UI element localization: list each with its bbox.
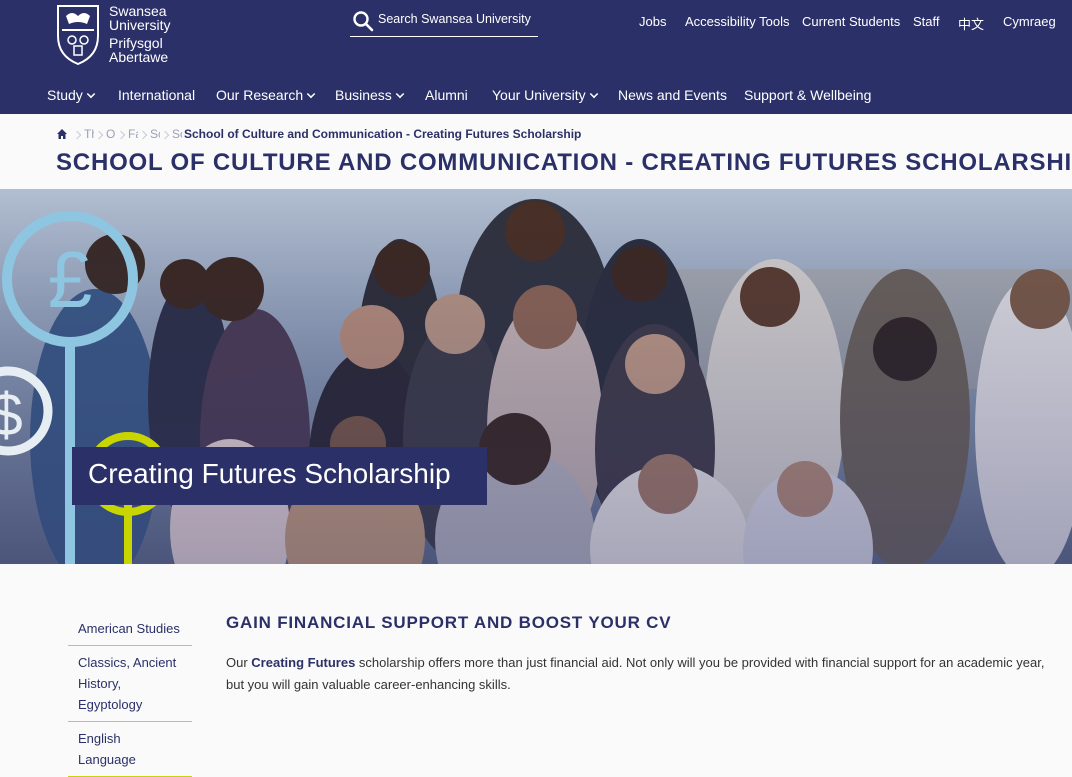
search-placeholder: Search Swansea University: [378, 12, 531, 26]
nav-item-support-wellbeing[interactable]: Support & Wellbeing: [744, 87, 871, 103]
group-photo: £ $: [0, 189, 1072, 564]
hero-banner: Creating Futures Scholarship: [72, 447, 487, 505]
logo-line-4: Abertawe: [109, 49, 169, 65]
chevron-down-icon: [589, 89, 598, 98]
sidebar-item-english-language[interactable]: English Language: [68, 722, 192, 777]
intro-text-bold: Creating Futures: [251, 655, 356, 670]
logo-line-1: Swansea: [109, 3, 167, 19]
nav-item-international[interactable]: International: [118, 87, 195, 103]
logo-line-3: Prifysgol: [109, 35, 163, 51]
crest-icon: [57, 5, 99, 66]
chevron-down-icon: [306, 89, 316, 98]
search-input[interactable]: Search Swansea University: [350, 6, 538, 37]
logo-wordmark: Swansea University Prifysgol Abertawe: [109, 4, 170, 64]
nav-label: News and Events: [618, 87, 727, 103]
utility-link-current-students[interactable]: Current Students: [802, 14, 900, 29]
breadcrumb-item[interactable]: Ou: [96, 127, 116, 141]
utility-link-staff[interactable]: Staff: [913, 14, 940, 29]
nav-item-news-and-events[interactable]: News and Events: [618, 87, 727, 103]
sidebar-item-classics[interactable]: Classics, Ancient History, Egyptology: [68, 646, 192, 722]
utility-link-chinese[interactable]: 中文: [958, 14, 984, 33]
site-header: Swansea University Prifysgol Abertawe Se…: [0, 0, 1072, 114]
hero-banner-title: Creating Futures Scholarship: [88, 458, 451, 489]
nav-item-alumni[interactable]: Alumni: [425, 87, 468, 103]
university-logo[interactable]: Swansea University Prifysgol Abertawe: [54, 2, 178, 68]
nav-item-your-university[interactable]: Your University: [492, 87, 598, 103]
svg-text:$: $: [0, 381, 23, 448]
chevron-down-icon: [86, 89, 96, 98]
intro-text-start: Our: [226, 655, 252, 670]
nav-label: Your University: [492, 87, 586, 103]
utility-link-cymraeg[interactable]: Cymraeg: [1003, 14, 1056, 29]
breadcrumb-item[interactable]: Sc: [140, 127, 160, 141]
hero-image: £ $ Creating Futures Scholarship: [0, 189, 1072, 564]
nav-item-business[interactable]: Business: [335, 87, 405, 103]
home-icon[interactable]: [56, 128, 68, 140]
breadcrumb: Th Ou Fa Sc Sc School of Culture and Com…: [56, 126, 581, 142]
nav-item-study[interactable]: Study: [47, 87, 96, 103]
breadcrumb-item[interactable]: Sc: [162, 127, 182, 141]
nav-label: Our Research: [216, 87, 304, 103]
nav-label: Business: [335, 87, 392, 103]
nav-label: Study: [47, 87, 83, 103]
breadcrumb-item[interactable]: Fa: [118, 127, 138, 141]
section-sidebar: American Studies Classics, Ancient Histo…: [68, 612, 192, 777]
svg-text:£: £: [48, 235, 93, 324]
nav-label: Alumni: [425, 87, 468, 103]
breadcrumb-item[interactable]: Th: [74, 127, 94, 141]
section-heading: GAIN FINANCIAL SUPPORT AND BOOST YOUR CV: [226, 613, 672, 632]
nav-item-our-research[interactable]: Our Research: [216, 87, 316, 103]
utility-link-accessibility-tools[interactable]: Accessibility Tools: [685, 14, 790, 29]
nav-label: Support & Wellbeing: [744, 87, 872, 103]
chevron-down-icon: [395, 89, 405, 98]
utility-link-jobs[interactable]: Jobs: [639, 14, 666, 29]
search-icon[interactable]: [352, 10, 374, 32]
page-title: SCHOOL OF CULTURE AND COMMUNICATION - CR…: [56, 149, 1072, 176]
breadcrumb-current: School of Culture and Communication - Cr…: [184, 127, 582, 141]
sidebar-item-american-studies[interactable]: American Studies: [68, 612, 192, 646]
nav-label: International: [118, 87, 196, 103]
intro-paragraph: Our Creating Futures scholarship offers …: [226, 652, 1066, 696]
logo-line-2: University: [109, 17, 171, 33]
